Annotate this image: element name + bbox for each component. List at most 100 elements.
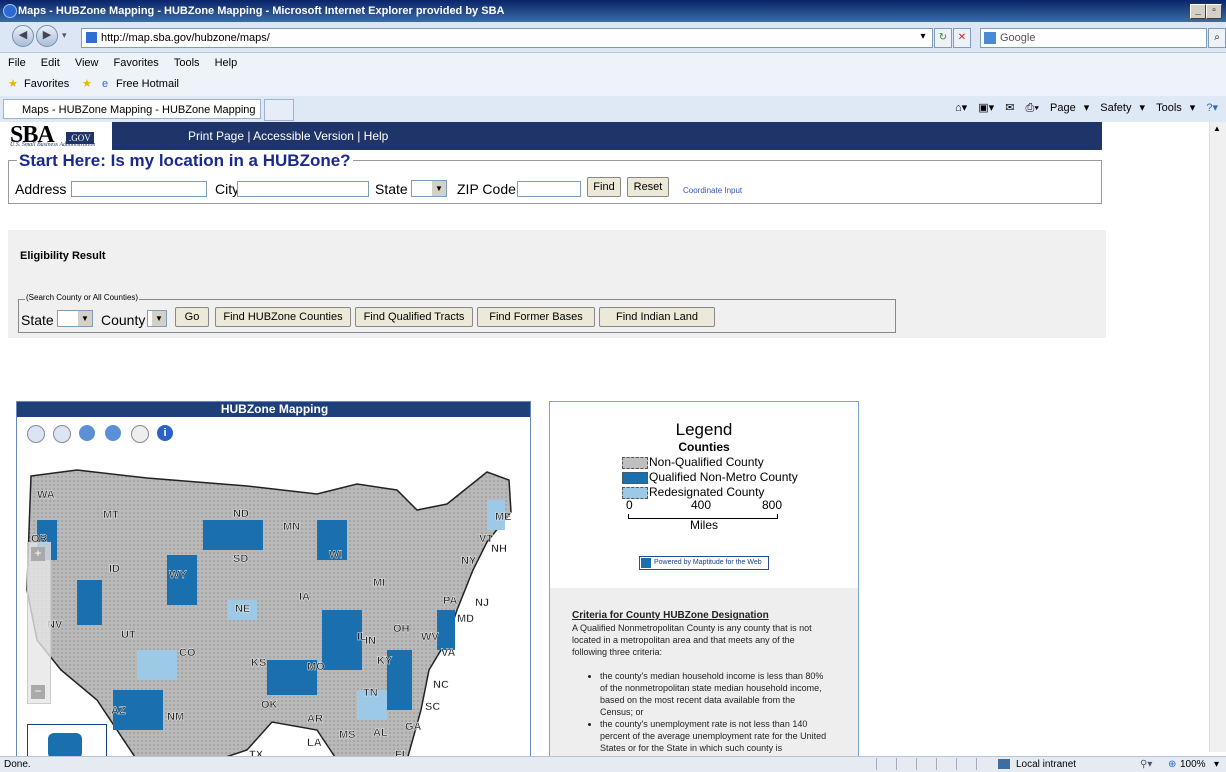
url-input[interactable]: http://map.sba.gov/hubzone/maps/ bbox=[81, 28, 933, 48]
legend-label-nonqualified: Non-Qualified County bbox=[649, 455, 764, 469]
coordinate-input-link[interactable]: Coordinate Input bbox=[683, 186, 742, 195]
find-qualified-tracts-button[interactable]: Find Qualified Tracts bbox=[355, 307, 473, 327]
powered-by-badge[interactable]: Powered by Maptitude for the Web bbox=[639, 556, 769, 570]
menu-tools[interactable]: Tools bbox=[174, 57, 200, 69]
menu-favorites[interactable]: Favorites bbox=[114, 57, 159, 69]
previous-extent-icon[interactable] bbox=[53, 425, 71, 443]
menu-file[interactable]: File bbox=[8, 57, 26, 69]
add-favorite-icon[interactable]: ★ bbox=[82, 73, 92, 96]
search-icon[interactable]: ⌕ bbox=[1208, 28, 1226, 48]
svg-text:ME: ME bbox=[495, 511, 512, 523]
restore-button[interactable]: ▫ bbox=[1206, 4, 1222, 19]
svg-text:IA: IA bbox=[299, 591, 310, 603]
ie-icon bbox=[3, 4, 17, 18]
safety-menu[interactable]: Safety bbox=[1100, 102, 1131, 114]
tab-hubzone[interactable]: Maps - HUBZone Mapping - HUBZone Mapping bbox=[3, 99, 261, 119]
find-legend: Start Here: Is my location in a HUBZone? bbox=[17, 151, 353, 171]
favorites-bar: ★ Favorites ★ e Free Hotmail bbox=[0, 73, 1226, 97]
search-input[interactable]: Google bbox=[980, 28, 1207, 48]
zoom-dropdown-icon[interactable]: ▾ bbox=[1214, 757, 1219, 772]
help-icon[interactable]: ?▾ bbox=[1206, 102, 1218, 114]
back-icon[interactable]: ◀ bbox=[12, 25, 34, 47]
address-input[interactable] bbox=[71, 181, 207, 197]
new-tab-button[interactable] bbox=[264, 99, 294, 121]
go-button[interactable]: Go bbox=[175, 307, 209, 327]
zoom-slider[interactable]: + − bbox=[27, 542, 51, 704]
svg-text:MD: MD bbox=[457, 613, 474, 625]
svg-text:AL: AL bbox=[373, 727, 388, 739]
pan-hand-icon[interactable] bbox=[131, 425, 149, 443]
find-former-bases-button[interactable]: Find Former Bases bbox=[477, 307, 595, 327]
zoom-in-icon[interactable] bbox=[79, 425, 95, 441]
menu-view[interactable]: View bbox=[75, 57, 99, 69]
menu-bar: File Edit View Favorites Tools Help bbox=[0, 53, 1226, 73]
full-extent-icon[interactable] bbox=[27, 425, 45, 443]
svg-text:NH: NH bbox=[491, 543, 507, 555]
maptitude-icon bbox=[641, 558, 651, 568]
sba-logo[interactable]: SBA .GOV U.S. Small Business Administrat… bbox=[8, 122, 112, 150]
svg-text:WY: WY bbox=[169, 569, 187, 581]
county-state-select[interactable]: ▼ bbox=[57, 310, 93, 327]
county-label: County bbox=[101, 312, 146, 328]
zoom-plus-icon[interactable]: + bbox=[31, 547, 45, 561]
google-icon bbox=[984, 32, 996, 44]
county-select[interactable]: ▼ bbox=[147, 310, 167, 327]
svg-text:NJ: NJ bbox=[475, 597, 489, 609]
info-icon[interactable]: i bbox=[157, 425, 173, 441]
find-indian-land-button[interactable]: Find Indian Land bbox=[599, 307, 715, 327]
print-icon[interactable]: ⎙▾ bbox=[1026, 102, 1039, 114]
minimize-button[interactable]: _ bbox=[1190, 4, 1206, 19]
url-dropdown-icon[interactable]: ▾ bbox=[917, 28, 929, 46]
reset-button[interactable]: Reset bbox=[627, 177, 669, 197]
scroll-up-icon[interactable]: ▲ bbox=[1213, 124, 1221, 133]
menu-edit[interactable]: Edit bbox=[41, 57, 60, 69]
map-title: HUBZone Mapping bbox=[17, 402, 530, 417]
svg-text:SC: SC bbox=[425, 701, 440, 713]
feeds-icon[interactable]: ▣▾ bbox=[978, 102, 994, 114]
svg-text:IN: IN bbox=[365, 635, 376, 647]
criteria-intro: A Qualified Nonmetropolitan County is an… bbox=[572, 623, 812, 657]
zip-input[interactable] bbox=[517, 181, 581, 197]
vertical-scrollbar[interactable]: ▲ bbox=[1209, 122, 1226, 752]
svg-text:ID: ID bbox=[109, 563, 120, 575]
header-links[interactable]: Print Page | Accessible Version | Help bbox=[188, 129, 388, 143]
forward-icon[interactable]: ▶ bbox=[36, 25, 58, 47]
svg-text:GA: GA bbox=[405, 721, 422, 733]
tools-menu[interactable]: Tools bbox=[1156, 102, 1182, 114]
scale-tick-800: 800 bbox=[762, 498, 783, 512]
zoom-out-icon[interactable] bbox=[105, 425, 121, 441]
hotmail-icon: e bbox=[102, 78, 109, 90]
scale-unit: Miles bbox=[690, 518, 719, 532]
history-dropdown-icon[interactable]: ▾ bbox=[62, 30, 67, 41]
eligibility-title: Eligibility Result bbox=[20, 250, 106, 262]
zoom-level[interactable]: 100% bbox=[1180, 757, 1206, 772]
protected-mode-icon[interactable]: ⚲▾ bbox=[1140, 757, 1152, 772]
zoom-icon: ⊕ bbox=[1168, 759, 1177, 770]
chevron-down-icon: ▼ bbox=[78, 311, 92, 326]
window-title: Maps - HUBZone Mapping - HUBZone Mapping… bbox=[18, 5, 505, 17]
status-text: Done. bbox=[4, 759, 31, 770]
mail-icon[interactable]: ✉ bbox=[1005, 102, 1014, 114]
home-icon[interactable]: ⌂▾ bbox=[955, 102, 967, 114]
svg-text:ND: ND bbox=[233, 508, 249, 520]
menu-help[interactable]: Help bbox=[215, 57, 238, 69]
favorites-button[interactable]: Favorites bbox=[24, 73, 69, 96]
refresh-icon[interactable]: ↻ bbox=[934, 28, 952, 48]
hotmail-link[interactable]: Free Hotmail bbox=[116, 73, 179, 96]
find-button[interactable]: Find bbox=[587, 177, 621, 197]
stop-icon[interactable]: ✕ bbox=[953, 28, 971, 48]
zoom-minus-icon[interactable]: − bbox=[31, 685, 45, 699]
find-location-fieldset: Start Here: Is my location in a HUBZone?… bbox=[8, 151, 1102, 204]
address-label: Address bbox=[15, 181, 67, 197]
us-county-map[interactable]: WA OR MT ND MN SD WI MI NY VT NH ME ID W… bbox=[17, 460, 531, 760]
sba-header: SBA .GOV U.S. Small Business Administrat… bbox=[8, 122, 1102, 150]
city-input[interactable] bbox=[237, 181, 369, 197]
state-select[interactable]: ▼ bbox=[411, 180, 447, 197]
criteria-item: the county's unemployment rate is not le… bbox=[600, 718, 830, 754]
find-hubzone-counties-button[interactable]: Find HUBZone Counties bbox=[215, 307, 351, 327]
svg-text:KS: KS bbox=[251, 657, 266, 669]
page-menu[interactable]: Page bbox=[1050, 102, 1076, 114]
svg-text:MT: MT bbox=[103, 509, 119, 521]
svg-text:UT: UT bbox=[121, 629, 136, 641]
legend-title: Legend bbox=[675, 420, 733, 439]
